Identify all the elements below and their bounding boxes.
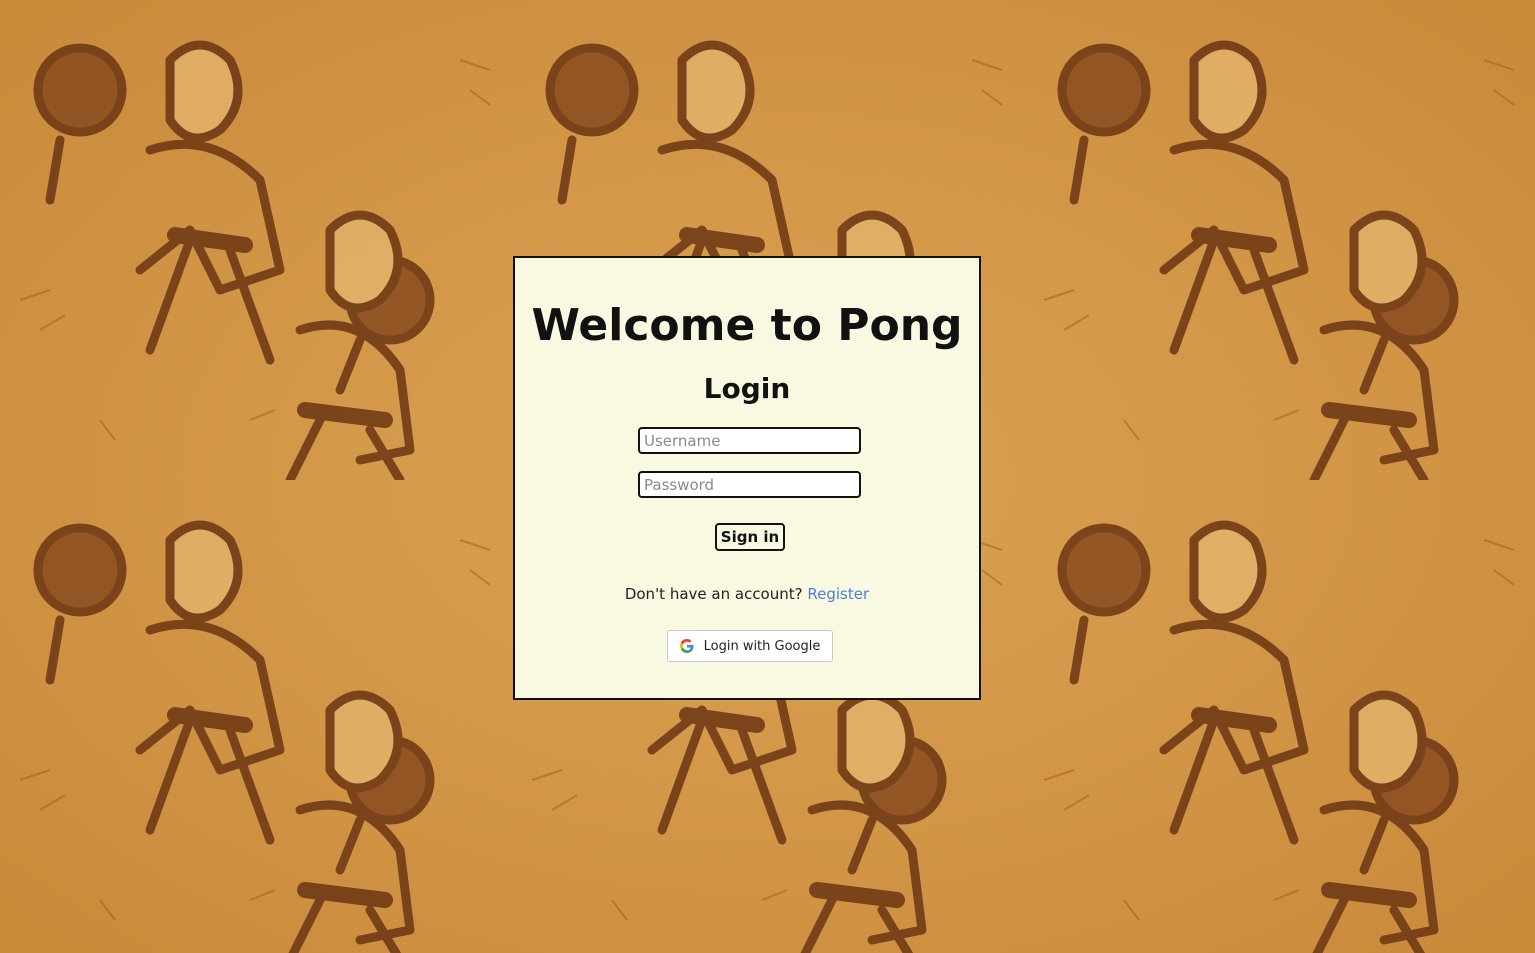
google-g-icon bbox=[679, 639, 694, 653]
username-input[interactable] bbox=[638, 427, 861, 454]
page-title: Welcome to Pong bbox=[531, 300, 963, 351]
register-prompt-text: Don't have an account? bbox=[624, 585, 803, 603]
sign-in-button[interactable]: Sign in bbox=[715, 523, 785, 551]
login-with-google-label: Login with Google bbox=[703, 638, 821, 654]
password-input[interactable] bbox=[638, 471, 861, 498]
login-with-google-button[interactable]: Login with Google bbox=[667, 630, 833, 662]
register-prompt: Don't have an account? Register bbox=[515, 584, 979, 604]
register-link[interactable]: Register bbox=[807, 585, 869, 603]
login-card: Welcome to Pong Login Sign in Don't have… bbox=[513, 256, 981, 700]
login-heading: Login bbox=[703, 372, 791, 405]
